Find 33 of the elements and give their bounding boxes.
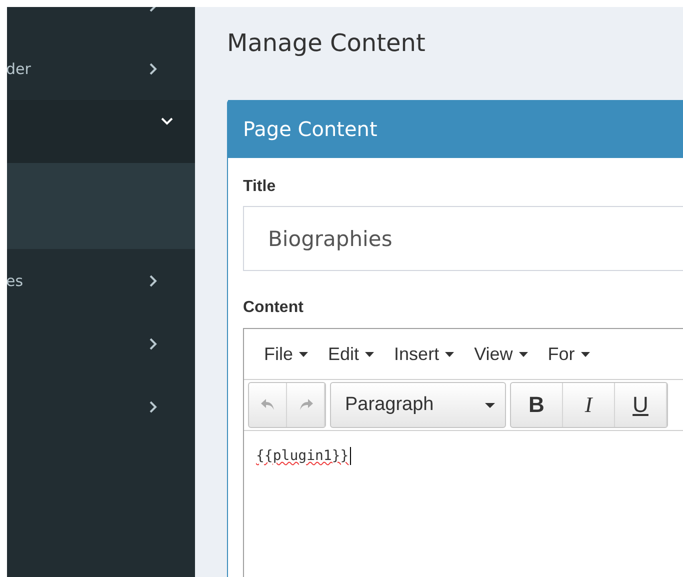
- caret-icon: [299, 352, 308, 356]
- undo-icon: [260, 398, 276, 412]
- italic-button[interactable]: I: [563, 383, 615, 427]
- editor-area[interactable]: {{plugin1}}: [244, 430, 683, 465]
- menu-button[interactable]: View: [464, 344, 538, 364]
- redo-icon: [298, 398, 314, 412]
- chevron-icon: [161, 115, 173, 127]
- caret-icon: [485, 402, 495, 408]
- chevron-icon: [147, 400, 159, 412]
- caret-icon: [445, 352, 454, 356]
- caret-icon: [518, 352, 528, 356]
- menu-button[interactable]: Edit: [318, 344, 384, 364]
- caret-icon: [580, 352, 590, 356]
- menu-button[interactable]: File: [254, 344, 318, 364]
- field-label: Content: [243, 299, 304, 317]
- card-title: Page Content: [243, 117, 378, 141]
- field-label: Title: [243, 178, 277, 196]
- sidebar-item[interactable]: der: [7, 37, 195, 100]
- editor-text: {{plugin1}}: [256, 448, 349, 464]
- chevron-icon: [147, 274, 159, 286]
- page-title: Manage Content: [227, 29, 426, 59]
- menu-button[interactable]: Insert: [384, 344, 464, 364]
- caret-icon: [365, 352, 374, 356]
- underline-button[interactable]: U: [615, 383, 667, 427]
- block-format-dropdown[interactable]: Paragraph: [330, 382, 506, 428]
- text-cursor: [350, 447, 351, 465]
- menu-button[interactable]: For: [538, 344, 600, 364]
- sidebar-item[interactable]: es: [7, 249, 195, 312]
- chevron-icon: [147, 62, 159, 74]
- bold-button[interactable]: B: [511, 383, 563, 427]
- chevron-icon: [147, 338, 159, 350]
- title-input[interactable]: Biographies: [243, 206, 683, 271]
- sidebar-item[interactable]: [7, 100, 195, 163]
